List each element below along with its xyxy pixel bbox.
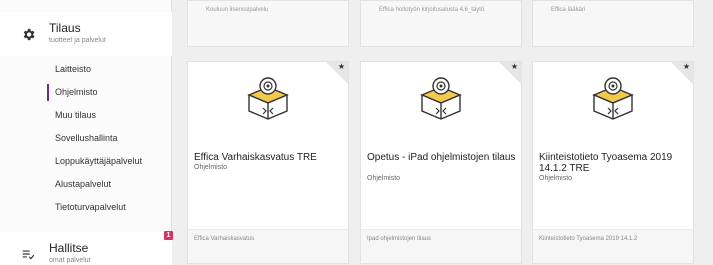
- product-card[interactable]: ★ Opetus - iPad ohjelmistojen tilaus Ohj…: [360, 61, 522, 264]
- submenu: Laitteisto Ohjelmisto Muu tilaus Sovellu…: [0, 58, 172, 219]
- product-card-partial[interactable]: Kouluun lisenssipalvelu: [187, 0, 349, 47]
- list-check-icon: [20, 246, 36, 262]
- card-footer: Kiinteistotieto Tyoasema 2019 14.1.2: [533, 229, 693, 263]
- software-box-icon: [420, 77, 462, 120]
- submenu-item-sovellushallinta[interactable]: Sovellushallinta: [0, 127, 172, 150]
- submenu-item-tietoturvapalvelut[interactable]: Tietoturvapalvelut: [0, 196, 172, 219]
- nav-section-hallitse[interactable]: Hallitse omat palvelut: [0, 232, 172, 265]
- notification-badge: 1: [164, 231, 173, 240]
- card-type: Ohjelmisto: [367, 175, 401, 182]
- product-card-partial[interactable]: Effica hoitotyön kirjoitusalusta 4.6_täy…: [360, 0, 522, 47]
- software-box-icon: [592, 77, 634, 120]
- card-footer: Effica Varhaiskasvatus: [188, 229, 348, 263]
- card-title: Kiinteistotieto Tyoasema 2019 14.1.2 TRE: [539, 152, 673, 174]
- star-icon[interactable]: ★: [683, 62, 690, 71]
- card-title: Effica Varhaiskasvatus TRE: [194, 152, 317, 163]
- submenu-item-ohjelmisto[interactable]: Ohjelmisto: [0, 81, 172, 104]
- gear-icon: [20, 26, 36, 42]
- submenu-item-laitteisto[interactable]: Laitteisto: [0, 58, 172, 81]
- card-footer-text: Kouluun lisenssipalvelu: [206, 7, 269, 13]
- star-icon[interactable]: ★: [511, 62, 518, 71]
- card-type: Ohjelmisto: [194, 164, 228, 171]
- sidebar: Tilaus tuotteet ja palvelut Laitteisto O…: [0, 0, 173, 265]
- submenu-item-muu-tilaus[interactable]: Muu tilaus: [0, 104, 172, 127]
- submenu-item-alustapalvelut[interactable]: Alustapalvelut: [0, 173, 172, 196]
- card-image: ★: [188, 62, 348, 136]
- card-title: Opetus - iPad ohjelmistojen tilaus: [367, 152, 516, 163]
- card-footer-text: Effica Varhaiskasvatus: [194, 236, 255, 242]
- product-card[interactable]: ★ Kiinteistotieto Tyoasema 2019 14.1.2 T…: [532, 61, 694, 264]
- product-card-partial[interactable]: Effica lääkäri: [532, 0, 694, 47]
- software-box-icon: [247, 77, 289, 120]
- nav-section-subtitle: omat palvelut: [49, 257, 91, 264]
- card-footer-text: Effica hoitotyön kirjoitusalusta 4.6_täy…: [379, 7, 485, 13]
- card-image: ★: [533, 62, 693, 136]
- card-image: ★: [361, 62, 521, 136]
- card-footer-text: Ipad ohjelmistojen tilaus: [367, 236, 432, 242]
- nav-section-title: Tilaus: [49, 21, 81, 35]
- submenu-item-loppukayttajapalvelut[interactable]: Loppukäyttäjäpalvelut: [0, 150, 172, 173]
- card-type: Ohjelmisto: [539, 175, 573, 182]
- nav-section-subtitle: tuotteet ja palvelut: [49, 37, 106, 44]
- nav-section-tilaus[interactable]: Tilaus tuotteet ja palvelut: [0, 12, 172, 56]
- card-footer-text: Effica lääkäri: [551, 7, 586, 13]
- product-card[interactable]: ★ Effica Varhaiskasvatus TRE Ohjelmisto …: [187, 61, 349, 264]
- nav-section-title: Hallitse: [49, 241, 89, 255]
- card-footer: Ipad ohjelmistojen tilaus: [361, 229, 521, 263]
- star-icon[interactable]: ★: [338, 62, 345, 71]
- card-footer-text: Kiinteistotieto Tyoasema 2019 14.1.2: [539, 236, 638, 242]
